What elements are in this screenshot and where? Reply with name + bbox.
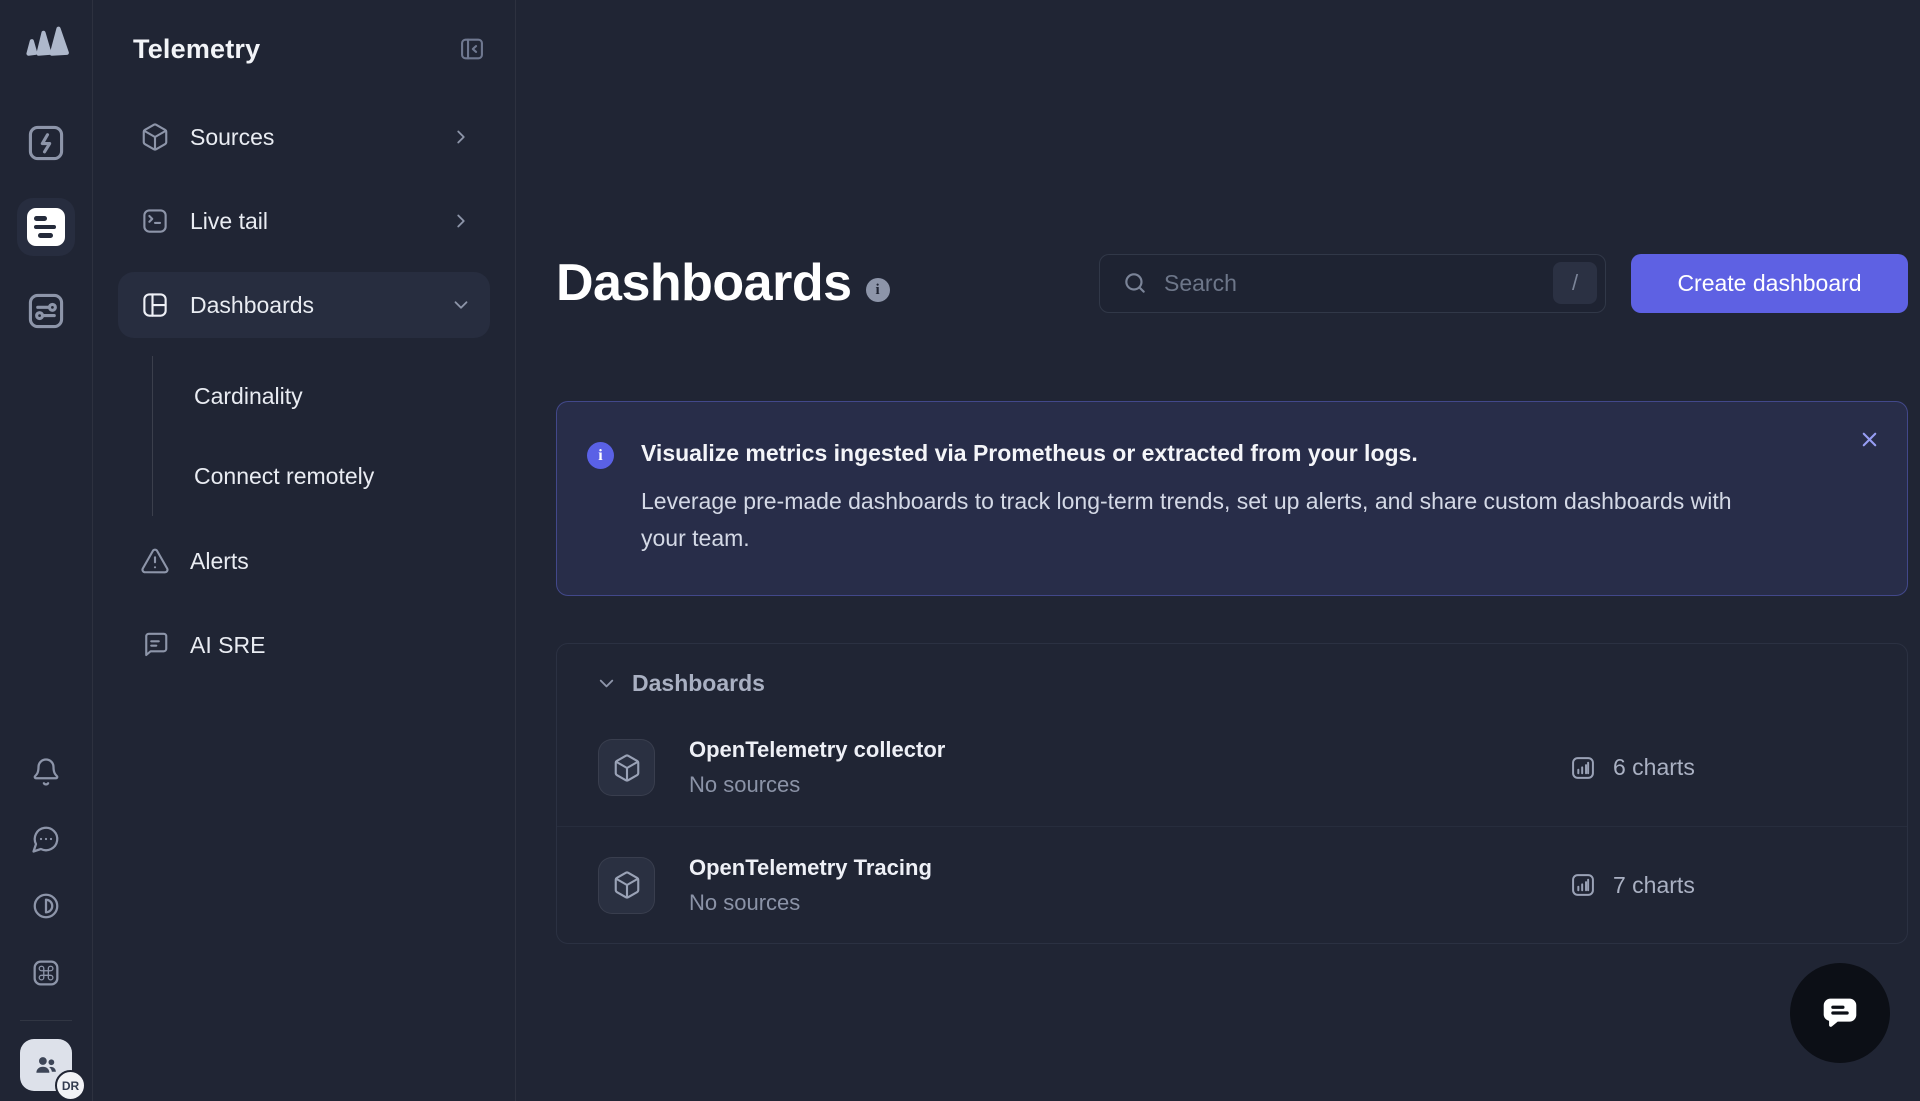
banner-text: Visualize metrics ingested via Prometheu… <box>641 440 1741 557</box>
sidebar-item-sources[interactable]: Sources <box>118 104 490 170</box>
message-square-icon <box>140 630 170 660</box>
sidebar-item-live-tail[interactable]: Live tail <box>118 188 490 254</box>
search-icon <box>1122 270 1148 296</box>
sidebar-item-label: Alerts <box>190 548 249 575</box>
zap-icon <box>24 121 68 165</box>
icon-rail: DR <box>0 0 93 1101</box>
sidebar-item-label: Dashboards <box>190 292 314 319</box>
chart-count-label: 7 charts <box>1613 872 1695 899</box>
terminal-icon <box>140 206 170 236</box>
chevron-right-icon <box>450 126 472 148</box>
chart-count: 7 charts <box>1569 871 1907 899</box>
shortcuts-button[interactable] <box>30 939 62 1006</box>
bell-icon <box>31 757 61 787</box>
shortcut-key: / <box>1553 262 1597 304</box>
sub-item-label: Connect remotely <box>194 463 374 490</box>
dashboards-sub-list: Cardinality Connect remotely <box>152 356 490 516</box>
sliders-icon <box>24 289 68 333</box>
dashboard-row-otel-collector[interactable]: OpenTelemetry collector No sources 6 cha… <box>557 709 1907 826</box>
app-root: DR Telemetry Sources <box>0 0 1920 1101</box>
row-title: OpenTelemetry collector <box>689 737 945 763</box>
sidebar-item-alerts[interactable]: Alerts <box>118 528 490 594</box>
sidebar-item-ai-sre[interactable]: AI SRE <box>118 612 490 678</box>
dashboard-row-otel-tracing[interactable]: OpenTelemetry Tracing No sources 7 chart… <box>557 826 1907 943</box>
sidebar-header: Telemetry <box>118 28 490 70</box>
rail-bottom: DR <box>20 738 72 1091</box>
alert-triangle-icon <box>140 546 170 576</box>
row-subtitle: No sources <box>689 890 932 916</box>
chat-launcher-button[interactable] <box>1790 963 1890 1063</box>
sidebar-item-connect-remotely[interactable]: Connect remotely <box>194 436 490 516</box>
row-icon-tile <box>598 739 655 796</box>
box-icon <box>612 870 642 900</box>
chart-count: 6 charts <box>1569 754 1907 782</box>
app-logo[interactable] <box>20 16 72 68</box>
bar-chart-icon <box>1569 754 1597 782</box>
rail-item-flows[interactable] <box>24 110 68 176</box>
contrast-icon <box>31 891 61 921</box>
page-title: Dashboards <box>556 253 852 313</box>
user-menu[interactable]: DR <box>20 1039 72 1091</box>
avatar-badge: DR <box>55 1070 86 1101</box>
dashboard-icon <box>140 290 170 320</box>
row-icon-tile <box>598 857 655 914</box>
create-dashboard-button[interactable]: Create dashboard <box>1631 254 1908 313</box>
dashboards-section: Dashboards OpenTelemetry collector No so… <box>556 643 1908 944</box>
rail-item-stream[interactable] <box>17 194 75 260</box>
banner-title: Visualize metrics ingested via Prometheu… <box>641 440 1741 467</box>
banner-close-button[interactable] <box>1854 424 1885 455</box>
sidebar: Telemetry Sources <box>93 0 516 1101</box>
command-icon <box>30 957 62 989</box>
banner-info-icon: i <box>587 442 614 469</box>
search-input[interactable] <box>1164 270 1553 297</box>
box-icon <box>612 753 642 783</box>
chevron-down-icon <box>595 672 618 695</box>
sidebar-item-label: Sources <box>190 124 274 151</box>
sidebar-item-label: Live tail <box>190 208 268 235</box>
section-toggle[interactable]: Dashboards <box>557 644 1907 709</box>
row-title: OpenTelemetry Tracing <box>689 855 932 881</box>
sidebar-title: Telemetry <box>133 34 260 65</box>
chart-count-label: 6 charts <box>1613 754 1695 781</box>
banner-body: Leverage pre-made dashboards to track lo… <box>641 483 1741 557</box>
rail-item-monitors[interactable] <box>24 278 68 344</box>
info-banner: i Visualize metrics ingested via Prometh… <box>556 401 1908 596</box>
rail-divider <box>20 1020 72 1021</box>
page-header: Dashboards i / Create dashboard <box>556 253 1908 313</box>
box-icon <box>140 122 170 152</box>
chat-icon <box>31 824 61 854</box>
collapse-sidebar-button[interactable] <box>454 31 490 67</box>
stream-icon <box>27 208 65 246</box>
sidebar-item-label: AI SRE <box>190 632 265 659</box>
row-subtitle: No sources <box>689 772 945 798</box>
chat-bubble-icon <box>1817 990 1863 1036</box>
panel-collapse-icon <box>458 35 486 63</box>
main-content: Dashboards i / Create dashboard i Visual… <box>516 0 1920 1101</box>
notifications-button[interactable] <box>31 738 61 805</box>
sidebar-item-dashboards[interactable]: Dashboards <box>118 272 490 338</box>
users-icon <box>31 1050 61 1080</box>
sidebar-item-cardinality[interactable]: Cardinality <box>194 356 490 436</box>
sub-item-label: Cardinality <box>194 383 303 410</box>
feedback-button[interactable] <box>31 805 61 872</box>
bar-chart-icon <box>1569 871 1597 899</box>
theme-toggle-button[interactable] <box>31 872 61 939</box>
chevron-right-icon <box>450 210 472 232</box>
rail-active-highlight <box>17 198 75 256</box>
info-icon[interactable]: i <box>866 278 890 302</box>
close-icon <box>1858 428 1881 451</box>
sidebar-nav: Sources Live tail <box>118 104 490 696</box>
section-title: Dashboards <box>632 670 765 697</box>
rail-nav <box>17 110 75 362</box>
search-box[interactable]: / <box>1099 254 1606 313</box>
chevron-down-icon <box>450 294 472 316</box>
